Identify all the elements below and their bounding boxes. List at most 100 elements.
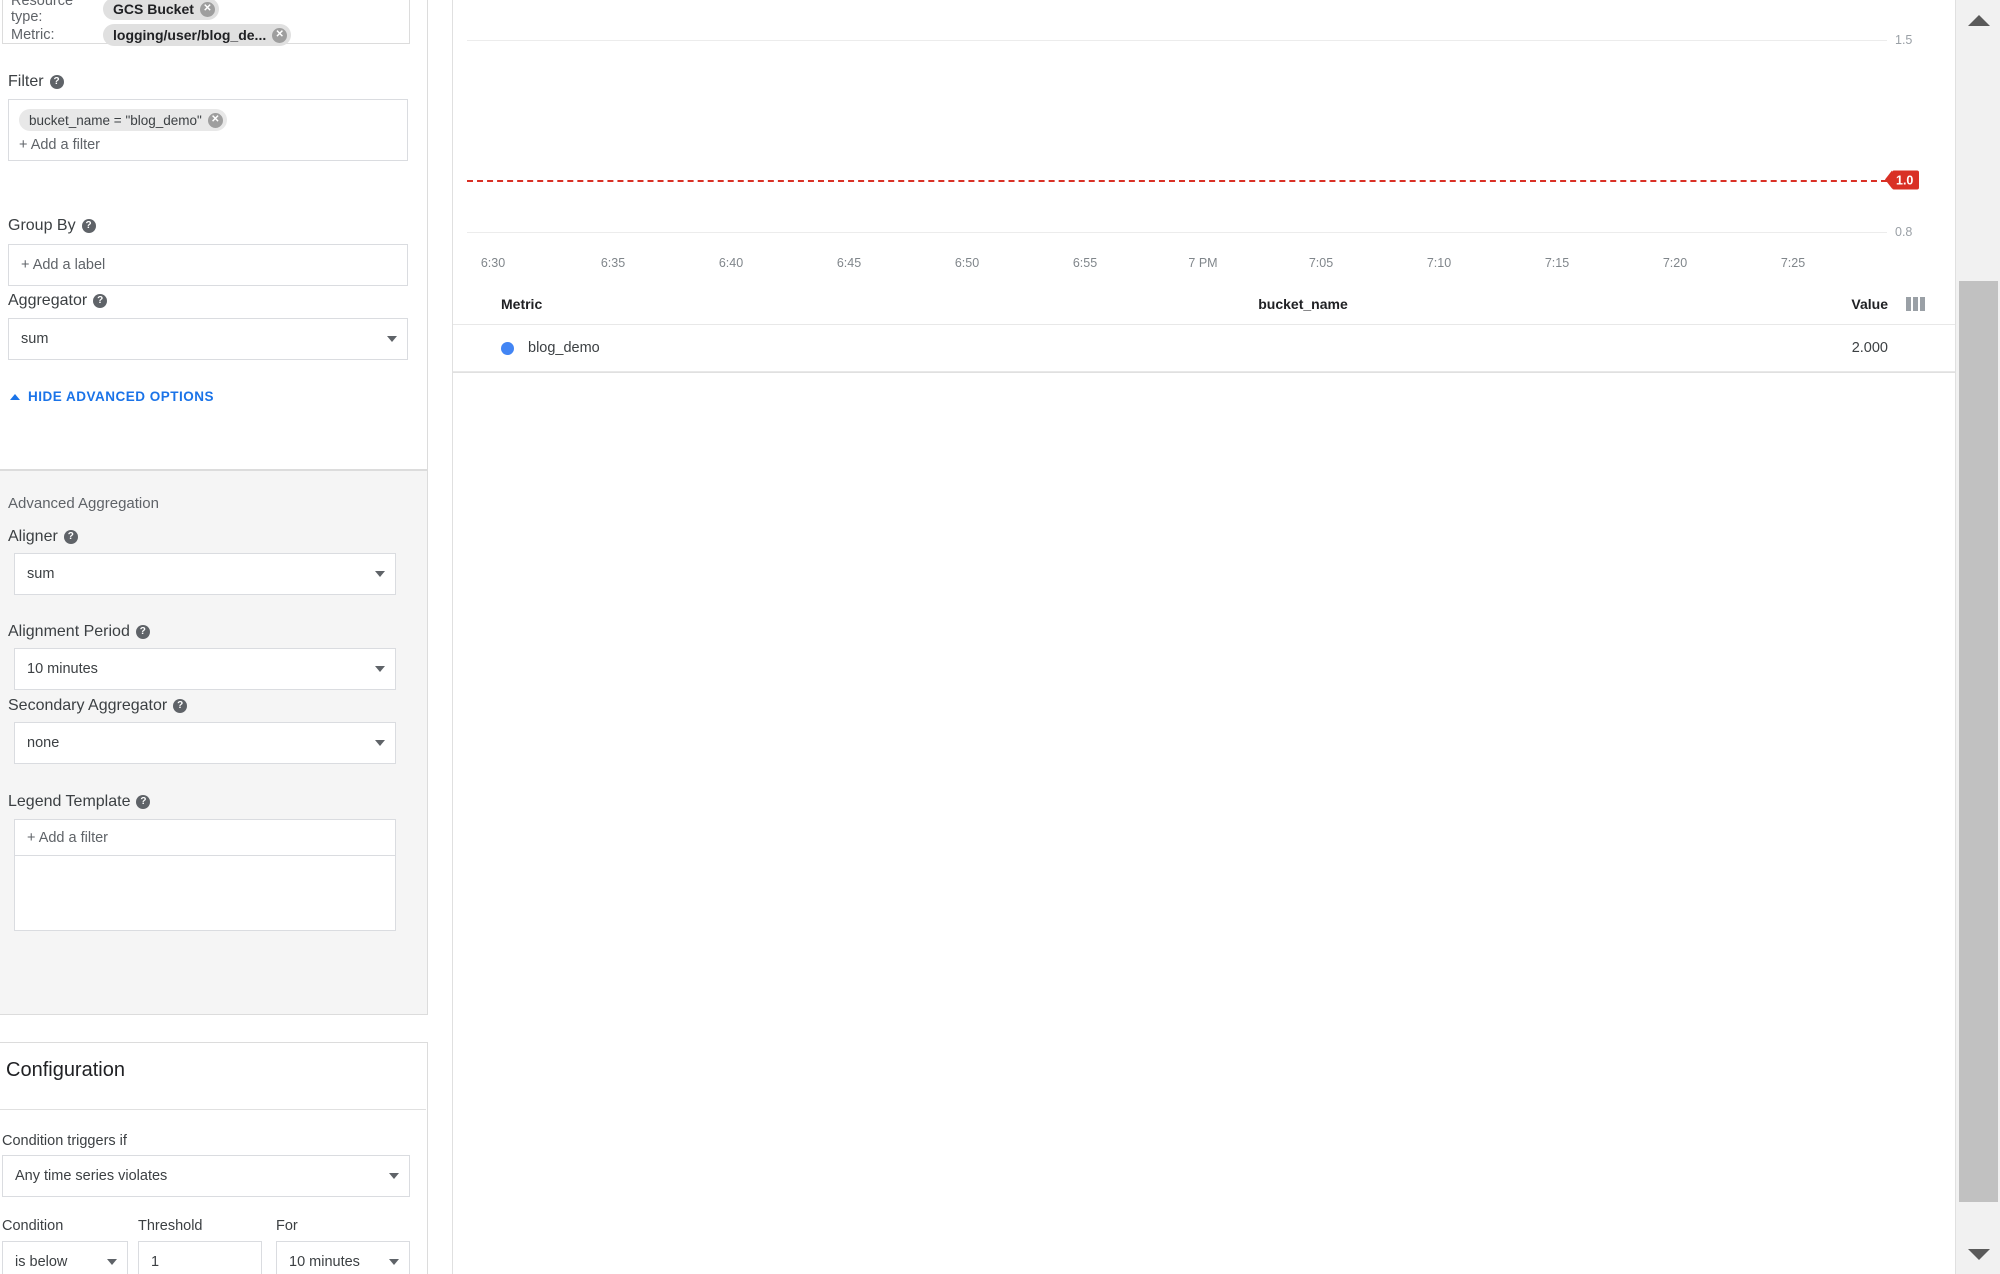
condition-value: is below <box>15 1254 68 1270</box>
chevron-down-icon <box>375 740 385 746</box>
threshold-label: Threshold <box>138 1218 203 1234</box>
group-by-label: Group By ? <box>8 217 96 235</box>
threshold-value: 1 <box>151 1254 160 1270</box>
remove-metric-icon[interactable]: ✕ <box>272 27 288 43</box>
metric-chip-text: logging/user/blog_de... <box>113 27 267 43</box>
hide-advanced-options-label: HIDE ADVANCED OPTIONS <box>28 389 215 404</box>
resource-type-chip[interactable]: GCS Bucket ✕ <box>103 0 219 20</box>
threshold-line <box>467 180 1887 182</box>
metric-label: Metric: <box>11 27 55 43</box>
aggregator-select[interactable]: sum <box>8 318 408 360</box>
condition-triggers-label: Condition triggers if <box>2 1133 127 1149</box>
column-header-value[interactable]: Value <box>1608 296 1888 312</box>
aligner-select[interactable]: sum <box>14 553 396 595</box>
legend-template-help-icon[interactable]: ? <box>136 795 151 809</box>
secondary-aggregator-label: Secondary Aggregator ? <box>8 697 188 715</box>
alignment-period-label-text: Alignment Period <box>8 623 130 640</box>
secondary-aggregator-help-icon[interactable]: ? <box>173 699 188 713</box>
alignment-period-label: Alignment Period ? <box>8 623 150 641</box>
threshold-input[interactable]: 1 <box>138 1241 262 1274</box>
column-header-metric[interactable]: Metric <box>453 296 998 312</box>
scrollbar-thumb[interactable] <box>1959 281 1998 1202</box>
filter-label-text: Filter <box>8 73 44 90</box>
x-tick-6: 7 PM <box>1188 256 1218 270</box>
chart-x-axis: 6:30 6:35 6:40 6:45 6:50 6:55 7 PM 7:05 … <box>467 248 1887 278</box>
aligner-help-icon[interactable]: ? <box>63 530 78 544</box>
chevron-down-icon <box>389 1259 399 1265</box>
advanced-aggregation-card: Advanced Aggregation Aligner ? sum Align… <box>0 470 428 1015</box>
filter-box[interactable]: bucket_name = "blog_demo" ✕ + Add a filt… <box>8 99 408 161</box>
metric-row: Metric: logging/user/blog_de... ✕ <box>3 22 409 48</box>
column-header-bucket-name[interactable]: bucket_name <box>998 296 1608 312</box>
legend-template-input[interactable]: + Add a filter <box>14 819 396 855</box>
aggregator-help-icon[interactable]: ? <box>93 294 108 308</box>
group-by-help-icon[interactable]: ? <box>81 219 96 233</box>
hide-advanced-options-button[interactable]: HIDE ADVANCED OPTIONS <box>10 389 214 404</box>
y-tick-label-upper: 1.5 <box>1895 33 1913 47</box>
x-tick-11: 7:25 <box>1780 256 1806 270</box>
chart-plot-area: 1.5 1.0 0.8 <box>467 0 1920 248</box>
metric-config-panel: Resource type: GCS Bucket ✕ Metric: logg… <box>0 0 428 1274</box>
secondary-aggregator-select[interactable]: none <box>14 722 396 764</box>
aligner-label-text: Aligner <box>8 528 58 545</box>
resource-metric-box: Resource type: GCS Bucket ✕ Metric: logg… <box>2 0 410 46</box>
scroll-down-button[interactable] <box>1956 1234 2000 1274</box>
remove-filter-icon[interactable]: ✕ <box>207 112 223 128</box>
for-select[interactable]: 10 minutes <box>276 1241 410 1274</box>
filter-label: Filter ? <box>8 73 64 91</box>
app-root: Resource type: GCS Bucket ✕ Metric: logg… <box>0 0 2000 1274</box>
metric-chip[interactable]: logging/user/blog_de... ✕ <box>103 24 292 46</box>
query-card: Resource type: GCS Bucket ✕ Metric: logg… <box>0 0 428 470</box>
alignment-period-select[interactable]: 10 minutes <box>14 648 396 690</box>
group-by-label-text: Group By <box>8 217 76 234</box>
y-tick-label-lower: 0.8 <box>1895 225 1913 239</box>
legend-cell-value: 2.000 <box>1851 340 1888 356</box>
chart-card: 1.5 1.0 0.8 6:30 6:35 6:40 6:45 6:50 6:5… <box>453 0 1955 373</box>
columns-icon[interactable] <box>1888 297 1948 311</box>
legend-template-placeholder: + Add a filter <box>27 829 109 846</box>
resource-type-label: Resource type: <box>11 0 74 25</box>
scroll-up-button[interactable] <box>1956 0 2000 40</box>
legend-metric-name: blog_demo <box>528 340 600 356</box>
add-filter-link[interactable]: + Add a filter <box>9 131 407 153</box>
triangle-up-icon <box>1967 14 1990 26</box>
resource-type-row: Resource type: GCS Bucket ✕ <box>3 0 409 25</box>
condition-select[interactable]: is below <box>2 1241 128 1274</box>
chevron-down-icon <box>387 336 397 342</box>
chevron-down-icon <box>107 1259 117 1265</box>
alignment-period-help-icon[interactable]: ? <box>135 625 150 639</box>
remove-resource-type-icon[interactable]: ✕ <box>199 1 215 17</box>
x-tick-8: 7:10 <box>1426 256 1452 270</box>
triangle-down-icon <box>1967 1248 1990 1260</box>
filter-help-icon[interactable]: ? <box>49 75 64 89</box>
legend-table-header: Metric bucket_name Value <box>453 284 1955 325</box>
legend-cell-metric: blog_demo <box>453 340 998 356</box>
condition-label: Condition <box>2 1218 64 1234</box>
gridline-upper <box>467 40 1887 41</box>
chevron-up-icon <box>10 393 20 400</box>
legend-template-preview <box>14 855 396 931</box>
filter-chip[interactable]: bucket_name = "blog_demo" ✕ <box>19 109 227 131</box>
legend-template-label: Legend Template ? <box>8 793 151 811</box>
x-tick-7: 7:05 <box>1308 256 1334 270</box>
advanced-aggregation-title: Advanced Aggregation <box>8 495 159 512</box>
vertical-scrollbar[interactable] <box>1955 0 2000 1274</box>
secondary-aggregator-label-text: Secondary Aggregator <box>8 697 168 714</box>
x-tick-10: 7:20 <box>1662 256 1688 270</box>
x-tick-2: 6:40 <box>718 256 744 270</box>
threshold-value-badge: 1.0 <box>1884 170 1920 190</box>
alignment-period-value: 10 minutes <box>27 661 98 677</box>
condition-triggers-value: Any time series violates <box>15 1168 168 1184</box>
x-tick-1: 6:35 <box>600 256 626 270</box>
legend-table: Metric bucket_name Value blog_demo 2.000 <box>453 284 1955 372</box>
configuration-card: Configuration Condition triggers if Any … <box>0 1042 428 1274</box>
columns-icon-glyph <box>1906 297 1925 311</box>
table-row[interactable]: blog_demo 2.000 <box>453 325 1955 372</box>
x-tick-3: 6:45 <box>836 256 862 270</box>
group-by-placeholder: + Add a label <box>21 257 106 273</box>
group-by-input[interactable]: + Add a label <box>8 244 408 286</box>
aligner-value: sum <box>27 566 55 582</box>
chevron-down-icon <box>375 571 385 577</box>
condition-triggers-select[interactable]: Any time series violates <box>2 1155 410 1197</box>
aligner-label: Aligner ? <box>8 528 78 546</box>
